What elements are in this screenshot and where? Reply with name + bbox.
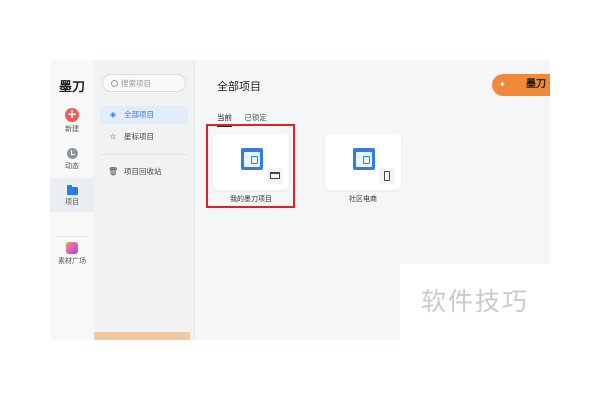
page-title: 全部项目	[217, 80, 261, 93]
search-input[interactable]: 搜索项目	[102, 74, 186, 92]
rail-item-projects[interactable]: 项目	[50, 178, 94, 212]
rail-item-label: 新建	[65, 125, 79, 133]
rail-divider	[56, 236, 88, 237]
rail-item-label: 项目	[65, 198, 79, 206]
sidebar-divider	[100, 154, 188, 155]
rail-item-label: 动态	[65, 162, 79, 170]
project-name[interactable]: 社区电商	[313, 194, 413, 204]
project-icon	[353, 148, 375, 170]
brand-badge-label: 墨刀	[526, 79, 546, 90]
mobile-icon	[379, 168, 395, 184]
sparkle-icon: ✦	[499, 80, 506, 89]
left-rail: 墨刀 + 新建 动态 项目 素材广场	[50, 60, 94, 340]
rail-item-activity[interactable]: 动态	[50, 148, 94, 171]
watermark: 软件技巧	[400, 264, 550, 340]
folder-icon	[66, 185, 78, 195]
rail-item-label: 素材广场	[58, 257, 86, 265]
sidebar-item-label: 项目回收站	[124, 167, 162, 176]
brand-badge[interactable]: ✦ 墨刀	[492, 74, 550, 96]
activity-icon	[66, 148, 78, 159]
materials-icon	[66, 242, 78, 254]
search-placeholder: 搜索项目	[121, 79, 151, 88]
sidebar-item-all-projects[interactable]: ◈ 全部项目	[100, 106, 188, 124]
sidebar-item-trash[interactable]: 🗑 项目回收站	[100, 163, 188, 181]
highlight-box	[206, 124, 295, 208]
star-icon: ☆	[109, 132, 117, 141]
rail-item-new[interactable]: + 新建	[50, 108, 94, 134]
search-icon	[111, 79, 118, 87]
sidebar-item-label: 星标项目	[124, 132, 154, 141]
project-card[interactable]	[325, 134, 401, 190]
project-sidebar: 搜索项目 ◈ 全部项目 ☆ 星标项目 🗑 项目回收站	[94, 60, 195, 340]
layers-icon: ◈	[109, 110, 117, 119]
trash-icon: 🗑	[108, 167, 119, 176]
promo-banner[interactable]	[94, 332, 190, 340]
rail-item-materials[interactable]: 素材广场	[50, 242, 94, 266]
sidebar-item-label: 全部项目	[124, 110, 154, 119]
app-logo: 墨刀	[58, 80, 85, 95]
plus-icon: +	[65, 107, 79, 122]
sidebar-item-starred[interactable]: ☆ 星标项目	[100, 128, 188, 146]
